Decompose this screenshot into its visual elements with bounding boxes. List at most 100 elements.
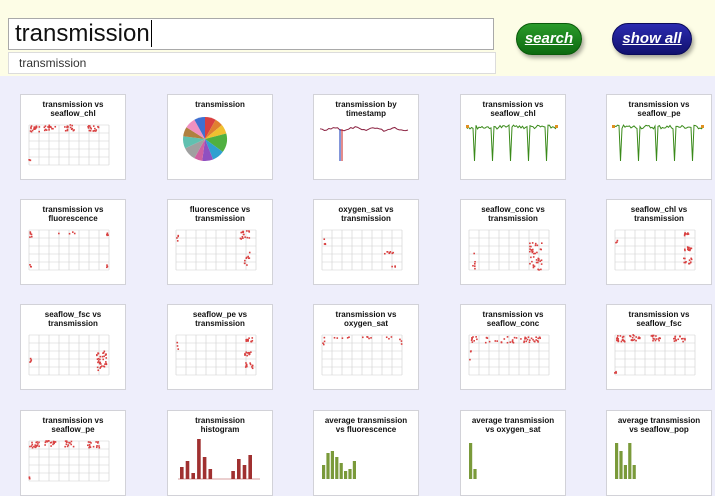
scatter-point	[44, 444, 46, 446]
scatter-point	[29, 445, 31, 448]
scatter-point	[688, 246, 690, 249]
scatter-point	[529, 245, 531, 248]
scatter-point	[539, 260, 542, 262]
scatter-point	[683, 234, 686, 237]
scatter-point	[391, 252, 394, 255]
scatter-point	[473, 262, 476, 265]
scatter-point	[534, 242, 537, 245]
scatter-point	[496, 340, 499, 342]
plot-thumbnail[interactable]: average transmission vs seaflow_pop	[606, 410, 712, 496]
plot-thumbnail[interactable]: seaflow_fsc vs transmission	[20, 304, 126, 390]
scatter-point	[51, 127, 53, 130]
scatter-point	[532, 338, 534, 341]
scatter-point	[241, 235, 244, 238]
scatter-point	[250, 340, 253, 343]
plot-thumbnail[interactable]: transmission vs oxygen_sat	[313, 304, 419, 390]
scatter-point	[43, 129, 46, 132]
plot-thumbnail[interactable]: transmission histogram	[167, 410, 273, 496]
plot-thumbnail[interactable]: transmission by timestamp	[313, 94, 419, 180]
thumbnail-title: transmission histogram	[170, 416, 270, 434]
scatter-point	[106, 232, 109, 235]
bar	[628, 443, 632, 479]
scatter-point	[240, 231, 243, 234]
scatter-point	[176, 341, 179, 344]
scatter-point	[72, 445, 75, 448]
bar	[191, 473, 195, 479]
scatter-point	[474, 260, 476, 263]
search-input[interactable]: transmission	[8, 18, 494, 50]
plot-thumbnail[interactable]: average transmission vs fluorescence	[313, 410, 419, 496]
thumbnail-title-line: seaflow_fsc	[636, 319, 682, 328]
scatter-point	[103, 365, 105, 368]
search-button[interactable]: search	[516, 23, 582, 55]
scatter-point	[31, 441, 33, 444]
scatter-point	[31, 443, 34, 446]
scatter-point	[70, 443, 72, 446]
thumbnail-title-line: oxygen_sat	[343, 319, 389, 328]
scatter-point	[368, 337, 370, 340]
bar	[469, 443, 473, 479]
scatter-point	[503, 338, 506, 340]
scatter-point	[683, 248, 686, 251]
scatter-point	[537, 259, 540, 262]
scatter-point	[45, 440, 47, 442]
scatter-point	[540, 242, 543, 244]
scatter-point	[29, 357, 32, 360]
scatter-point	[105, 357, 108, 359]
thumbnail-title-line: oxygen_sat vs	[338, 205, 394, 214]
scatter-point	[248, 337, 250, 339]
scatter-point	[689, 247, 692, 250]
scatter-point	[53, 441, 56, 443]
scatter-point	[92, 125, 95, 127]
line-marker	[701, 125, 704, 128]
bar	[623, 465, 627, 479]
plot-thumbnail[interactable]: average transmission vs oxygen_sat	[460, 410, 566, 496]
scatter-point	[513, 336, 516, 339]
autocomplete-suggestion[interactable]: transmission	[8, 52, 496, 74]
show-all-button[interactable]: show all	[612, 23, 692, 55]
plot-thumbnail[interactable]: fluorescence vs transmission	[167, 199, 273, 285]
scatter-point	[246, 354, 248, 357]
plot-thumbnail[interactable]: transmission vs seaflow_chl	[20, 94, 126, 180]
plot-thumbnail[interactable]: transmission vs seaflow_conc	[460, 304, 566, 390]
thumbnail-title: seaflow_pe vs transmission	[170, 310, 270, 328]
bar	[632, 465, 636, 479]
scatter-point	[240, 238, 243, 240]
thumbnail-title-line: seaflow_conc	[486, 319, 540, 328]
plot-thumbnail[interactable]: transmission vs seaflow_pe	[20, 410, 126, 496]
plot-thumbnail[interactable]: seaflow_chl vs transmission	[606, 199, 712, 285]
line-marker	[555, 125, 558, 128]
scatter-point	[619, 335, 622, 337]
scatter-point	[511, 341, 514, 343]
scatter-point	[97, 369, 100, 372]
scatter-point	[38, 445, 40, 448]
scatter-point	[537, 337, 540, 340]
scatter-point	[390, 336, 393, 338]
scatter-point	[97, 442, 99, 444]
plot-thumbnail[interactable]: transmission vs seaflow_pe	[606, 94, 712, 180]
scatter-point	[532, 256, 535, 258]
scatter-point	[689, 249, 691, 252]
plot-thumbnail[interactable]: transmission	[167, 94, 273, 180]
thumbnail-title-line: seaflow_pe	[51, 425, 95, 434]
scatter-point	[248, 237, 251, 239]
scatter-point	[96, 358, 99, 360]
plot-thumbnail[interactable]: oxygen_sat vs transmission	[313, 199, 419, 285]
bar	[348, 469, 352, 479]
thumbnail-title-line: transmission	[195, 416, 245, 425]
scatter-point	[50, 445, 52, 447]
plot-thumbnail[interactable]: transmission vs seaflow_fsc	[606, 304, 712, 390]
scatter-point	[631, 339, 633, 341]
scatter-point	[529, 242, 531, 245]
plot-thumbnail[interactable]: seaflow_conc vs transmission	[460, 199, 566, 285]
plot-thumbnail[interactable]: seaflow_pe vs transmission	[167, 304, 273, 390]
plot-thumbnail[interactable]: transmission vs fluorescence	[20, 199, 126, 285]
scatter-point	[29, 233, 32, 235]
scatter-point	[471, 341, 474, 343]
scatter-point	[38, 441, 40, 444]
scatter-point	[29, 159, 31, 161]
scatter-point	[620, 340, 623, 343]
scatter-point	[89, 446, 92, 449]
plot-thumbnail[interactable]: transmission vs seaflow_chl	[460, 94, 566, 180]
scatter-point	[674, 335, 677, 338]
